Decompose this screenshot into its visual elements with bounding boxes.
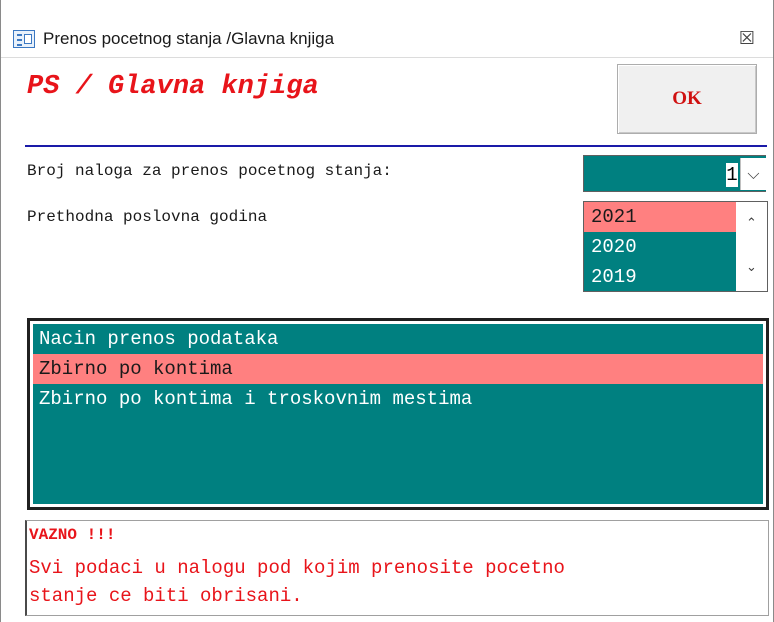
close-icon[interactable]: ☒ xyxy=(737,29,757,49)
form-icon xyxy=(13,30,35,48)
method-header: Nacin prenos podataka xyxy=(39,328,279,350)
broj-naloga-label: Broj naloga za prenos pocetnog stanja: xyxy=(27,162,392,180)
page-title: PS / Glavna knjiga xyxy=(27,72,319,102)
method-listbox[interactable]: Nacin prenos podataka Zbirno po kontima … xyxy=(27,318,769,510)
year-item-2020[interactable]: 2020 xyxy=(584,232,736,262)
year-item-2021[interactable]: 2021 xyxy=(584,202,736,232)
godina-label: Prethodna poslovna godina xyxy=(27,208,268,226)
method-option-kontima[interactable]: Zbirno po kontima xyxy=(33,354,763,384)
warning-line-1: Svi podaci u nalogu pod kojim prenosite … xyxy=(29,557,565,579)
divider xyxy=(25,145,767,147)
method-option-kontima-troskovnim[interactable]: Zbirno po kontima i troskovnim mestima xyxy=(33,384,763,414)
broj-naloga-combo[interactable]: 1 ⌵ xyxy=(583,155,766,192)
window-title: Prenos pocetnog stanja /Glavna knjiga xyxy=(43,29,335,48)
warning-note: VAZNO !!! Svi podaci u nalogu pod kojim … xyxy=(25,520,769,616)
chevron-down-icon[interactable]: ⌄ xyxy=(736,260,767,282)
chevron-down-icon[interactable]: ⌵ xyxy=(740,158,766,190)
dialog-window: Prenos pocetnog stanja /Glavna knjiga ☒ … xyxy=(0,0,774,622)
year-item-2019[interactable]: 2019 xyxy=(584,262,736,291)
broj-naloga-value[interactable]: 1 xyxy=(726,163,738,187)
year-scrollbar[interactable]: ⌃ ⌄ xyxy=(736,202,767,291)
ok-button[interactable]: OK xyxy=(617,64,757,134)
method-list: Nacin prenos podataka Zbirno po kontima … xyxy=(33,324,763,504)
warning-title: VAZNO !!! xyxy=(29,526,116,544)
year-items: 2021 2020 2019 xyxy=(584,202,736,291)
chevron-up-icon[interactable]: ⌃ xyxy=(736,216,767,238)
title-bar: Prenos pocetnog stanja /Glavna knjiga ☒ xyxy=(1,0,773,58)
year-listbox[interactable]: 2021 2020 2019 ⌃ ⌄ xyxy=(583,201,768,292)
warning-line-2: stanje ce biti obrisani. xyxy=(29,585,303,607)
